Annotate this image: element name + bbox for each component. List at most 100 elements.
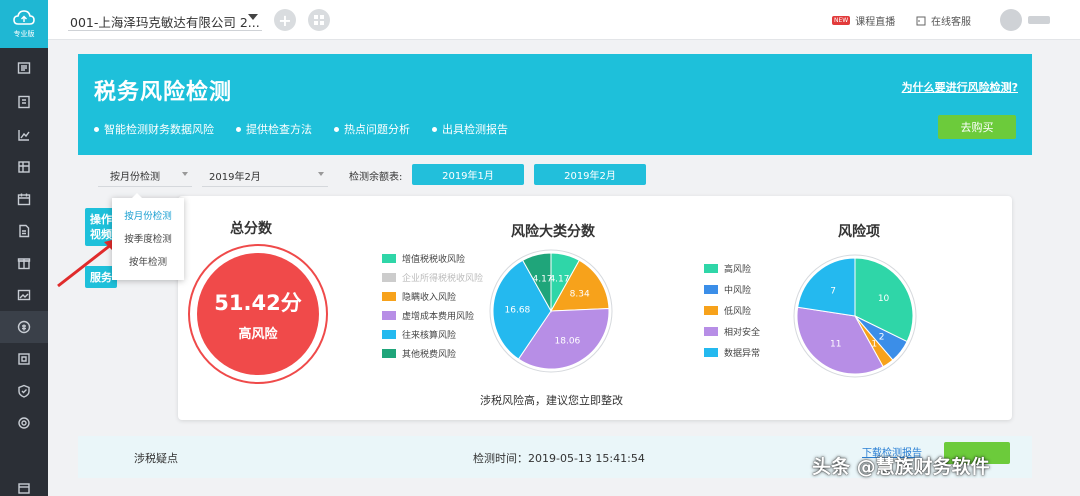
legend-label: 企业所得税税收风险 bbox=[402, 274, 484, 284]
legend-item[interactable]: 隐瞒收入风险 bbox=[382, 290, 456, 303]
live-course-label: 课程直播 bbox=[855, 17, 896, 28]
buy-button[interactable]: 去购买 bbox=[938, 115, 1016, 139]
calendar-icon[interactable] bbox=[0, 183, 48, 215]
archive-icon[interactable] bbox=[0, 343, 48, 375]
calendar-small-icon[interactable] bbox=[0, 472, 48, 496]
legend-item[interactable]: 数据异常 bbox=[704, 346, 760, 359]
legend-item[interactable]: 其他税费风险 bbox=[382, 347, 456, 360]
online-service-link[interactable]: 在线客服 bbox=[916, 13, 971, 28]
pie-slice-label: 10 bbox=[878, 294, 890, 304]
legend-label: 虚增成本费用风险 bbox=[402, 312, 475, 322]
report-chart-icon[interactable] bbox=[0, 119, 48, 151]
legend-label: 增值税税收风险 bbox=[402, 255, 466, 265]
pie-slice-label: 4.17 bbox=[532, 274, 552, 284]
why-detect-link[interactable]: 为什么要进行风险检测? bbox=[902, 79, 1018, 95]
option-by-year[interactable]: 按年检测 bbox=[112, 250, 184, 272]
legend-label: 数据异常 bbox=[724, 349, 761, 359]
legend-swatch bbox=[704, 348, 718, 357]
pie-slice-label: 11 bbox=[830, 340, 841, 350]
check-time: 检测时间：2019-05-13 15:41:54 bbox=[473, 452, 645, 465]
legend-item[interactable]: 企业所得税税收风险 bbox=[382, 271, 483, 284]
legend-label: 低风险 bbox=[724, 307, 752, 317]
sidebar: 专业版 bbox=[0, 0, 48, 496]
picture-icon[interactable] bbox=[0, 279, 48, 311]
legend-swatch bbox=[704, 306, 718, 315]
company-selector[interactable]: 001-上海泽玛克敏达有限公司 2... bbox=[70, 12, 260, 31]
ledger-icon[interactable] bbox=[0, 86, 48, 118]
feature-list: 智能检测财务数据风险 提供检查方法 热点问题分析 出具检测报告 bbox=[94, 121, 508, 137]
option-by-month[interactable]: 按月份检测 bbox=[112, 204, 184, 226]
legend-item[interactable]: 中风险 bbox=[704, 283, 751, 296]
risk-items-title: 风险项 bbox=[838, 224, 880, 240]
legend-label: 中风险 bbox=[724, 286, 752, 296]
remaining-label: 检测余额表: bbox=[349, 172, 403, 183]
legend-label: 隐瞒收入风险 bbox=[402, 293, 457, 303]
pie-slice-label: 8.34 bbox=[570, 289, 590, 299]
service-icon bbox=[916, 16, 926, 25]
legend-item[interactable]: 高风险 bbox=[704, 262, 751, 275]
feature-item: 智能检测财务数据风险 bbox=[94, 121, 214, 137]
legend-item[interactable]: 相对安全 bbox=[704, 325, 760, 338]
add-company-button[interactable]: + bbox=[274, 9, 296, 31]
grid-menu-button[interactable] bbox=[308, 9, 330, 31]
feature-item: 提供检查方法 bbox=[236, 121, 312, 137]
new-badge: NEW bbox=[832, 16, 851, 25]
pie-slice-label: 7 bbox=[830, 286, 836, 296]
pie-slice bbox=[797, 257, 856, 317]
page-title: 税务风险检测 bbox=[94, 80, 233, 105]
legend-item[interactable]: 虚增成本费用风险 bbox=[382, 309, 474, 322]
avatar[interactable] bbox=[1000, 9, 1022, 31]
legend-item[interactable]: 低风险 bbox=[704, 304, 751, 317]
risk-result-card: 总分数 51.42分 高风险 风险大类分数 增值税税收风险 企业所得税税收风险 隐瞒… bbox=[178, 196, 1012, 420]
option-by-quarter[interactable]: 按季度检测 bbox=[112, 227, 184, 249]
legend-swatch bbox=[704, 327, 718, 336]
chevron-down-icon[interactable] bbox=[318, 172, 324, 176]
shield-icon[interactable] bbox=[0, 375, 48, 407]
plus-icon: + bbox=[278, 10, 292, 30]
bullet-icon bbox=[334, 126, 339, 132]
legend-item[interactable]: 增值税税收风险 bbox=[382, 252, 465, 265]
risk-banner: 税务风险检测 智能检测财务数据风险 提供检查方法 热点问题分析 出具检测报告 为… bbox=[78, 54, 1032, 155]
feature-item: 热点问题分析 bbox=[334, 121, 410, 137]
app-logo[interactable]: 专业版 bbox=[0, 0, 48, 48]
month-button-feb[interactable]: 2019年2月 bbox=[534, 164, 646, 185]
legend-swatch bbox=[382, 254, 396, 263]
month-button-jan[interactable]: 2019年1月 bbox=[412, 164, 524, 185]
category-pie-chart: 4.178.3418.0616.684.17 bbox=[489, 249, 613, 373]
user-name-blurred[interactable] bbox=[1028, 16, 1050, 24]
risk-level: 高风险 bbox=[238, 326, 278, 342]
legend-swatch bbox=[382, 349, 396, 358]
total-score-title: 总分数 bbox=[230, 221, 272, 237]
legend-swatch bbox=[704, 264, 718, 273]
detect-mode-select[interactable]: 按月份检测 bbox=[110, 168, 160, 183]
settings-icon[interactable] bbox=[0, 407, 48, 439]
chevron-down-icon[interactable] bbox=[182, 172, 188, 176]
legend-swatch bbox=[382, 292, 396, 301]
feature-label: 智能检测财务数据风险 bbox=[104, 123, 214, 136]
logo-label: 专业版 bbox=[13, 30, 35, 38]
company-underline bbox=[68, 30, 262, 31]
gift-icon[interactable] bbox=[0, 247, 48, 279]
bullet-icon bbox=[236, 126, 241, 132]
period-select[interactable]: 2019年2月 bbox=[209, 168, 261, 183]
watermark: 头条 @慧族财务软件 bbox=[812, 456, 990, 478]
legend-swatch bbox=[382, 330, 396, 339]
feature-item: 出具检测报告 bbox=[432, 121, 508, 137]
document-icon[interactable] bbox=[0, 215, 48, 247]
invoice-icon[interactable] bbox=[0, 151, 48, 183]
tab-label: 操作 bbox=[90, 213, 112, 226]
chevron-down-icon[interactable] bbox=[248, 14, 258, 20]
live-course-link[interactable]: NEW 课程直播 bbox=[832, 13, 895, 28]
select-underline bbox=[202, 186, 328, 187]
legend-swatch bbox=[382, 311, 396, 320]
tax-risk-icon[interactable] bbox=[0, 311, 48, 343]
legend-item[interactable]: 往来核算风险 bbox=[382, 328, 456, 341]
pie-slice-label: 16.68 bbox=[505, 306, 531, 316]
pie-slice-label: 2 bbox=[879, 333, 885, 343]
risk-items-pie-chart: 1021117 bbox=[793, 254, 917, 378]
voucher-icon[interactable] bbox=[0, 52, 48, 84]
feature-label: 热点问题分析 bbox=[344, 123, 410, 136]
legend-label: 高风险 bbox=[724, 265, 752, 275]
feature-label: 提供检查方法 bbox=[246, 123, 312, 136]
total-score-gauge: 51.42分 高风险 bbox=[188, 244, 328, 384]
